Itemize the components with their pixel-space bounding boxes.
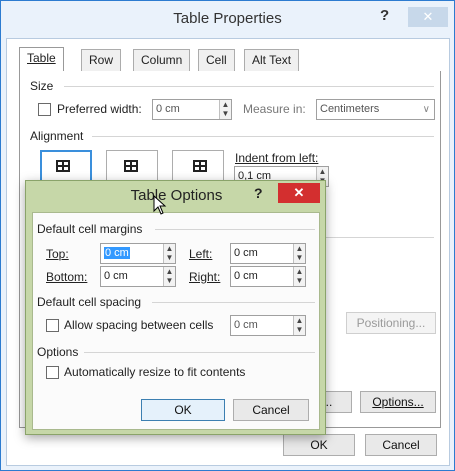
allow-spacing-checkbox[interactable]: [46, 319, 59, 332]
select-value: Centimeters: [320, 103, 380, 115]
bottom-margin-field[interactable]: 0 cm ▲ ▼: [100, 266, 176, 287]
field-value: 0 cm: [156, 103, 180, 115]
left-label-text: Left:: [189, 247, 213, 261]
tab-label: Cell: [206, 53, 227, 67]
close-button[interactable]: ✕: [278, 183, 320, 203]
preferred-width-label: Preferred width:: [57, 102, 142, 116]
preferred-width-field[interactable]: 0 cm ▲ ▼: [152, 99, 232, 120]
margins-section-label: Default cell margins: [37, 222, 143, 236]
divider: [64, 86, 434, 87]
ok-button[interactable]: OK: [141, 399, 225, 421]
tab-label: Alt Text: [252, 53, 292, 67]
tab-label: Column: [141, 53, 183, 67]
spinner-icon[interactable]: ▲▼: [219, 100, 231, 119]
measure-in-select[interactable]: Centimeters ∨: [316, 99, 435, 120]
table-left-icon: [56, 160, 70, 172]
tab-table[interactable]: Table: [19, 47, 64, 72]
field-value: 0 cm: [234, 247, 258, 259]
spacing-section-label: Default cell spacing: [37, 295, 142, 309]
right-label: Right:: [189, 270, 220, 284]
spinner-icon[interactable]: ▲▼: [293, 316, 305, 335]
tab-row[interactable]: Row: [81, 49, 122, 72]
allow-spacing-label: Allow spacing between cells: [64, 318, 214, 332]
divider: [152, 302, 315, 303]
table-options-dialog: Table Options ? ✕ Default cell margins T…: [25, 180, 326, 435]
close-button[interactable]: ✕: [408, 7, 448, 27]
help-button[interactable]: ?: [254, 185, 263, 201]
tab-label: Table: [27, 51, 56, 65]
divider: [92, 136, 434, 137]
top-label-text: Top:: [46, 247, 69, 261]
autoresize-label: Automatically resize to fit contents: [64, 365, 246, 379]
field-value: 0 cm: [234, 270, 258, 282]
alignment-section-label: Alignment: [30, 129, 84, 143]
top-margin-field[interactable]: 0 cm ▲ ▼: [100, 243, 176, 264]
spinner-icon[interactable]: ▲▼: [163, 244, 175, 263]
divider: [326, 237, 434, 238]
dialog-body: Default cell margins Top: 0 cm ▲ ▼ Left: …: [32, 212, 320, 430]
field-value: 0 cm: [104, 247, 130, 259]
spinner-icon[interactable]: ▲▼: [293, 267, 305, 286]
mouse-cursor-icon: [153, 195, 167, 215]
tab-label: Row: [89, 53, 114, 67]
options-button[interactable]: Options...: [360, 391, 436, 413]
help-button[interactable]: ?: [380, 7, 389, 24]
measure-in-label: Measure in:: [243, 102, 306, 116]
positioning-button[interactable]: Positioning...: [346, 312, 436, 334]
spinner-icon[interactable]: ▲▼: [163, 267, 175, 286]
table-right-icon: [193, 160, 207, 172]
indent-label-text: Indent from left:: [235, 151, 319, 165]
tab-column[interactable]: Column: [133, 49, 191, 72]
divider: [155, 229, 315, 230]
options-button-label: Options...: [372, 395, 424, 409]
field-value: 0 cm: [104, 270, 128, 282]
cancel-button[interactable]: Cancel: [365, 434, 437, 456]
spinner-icon[interactable]: ▲▼: [293, 244, 305, 263]
chevron-down-icon: ∨: [422, 104, 430, 115]
divider: [84, 352, 315, 353]
left-margin-field[interactable]: 0 cm ▲ ▼: [230, 243, 306, 264]
left-label: Left:: [189, 247, 212, 261]
bottom-label: Bottom:: [46, 270, 87, 284]
spacing-field[interactable]: 0 cm ▲ ▼: [230, 315, 306, 336]
size-section-label: Size: [30, 79, 54, 93]
tab-cell[interactable]: Cell: [198, 49, 235, 72]
top-label: Top:: [46, 247, 69, 261]
ok-button[interactable]: OK: [283, 434, 355, 456]
preferred-width-checkbox[interactable]: [38, 103, 51, 116]
tab-alt-text[interactable]: Alt Text: [244, 49, 300, 72]
bottom-label-text: Bottom:: [46, 270, 88, 284]
indent-label: Indent from left:: [235, 151, 318, 165]
field-value: 0 cm: [234, 319, 258, 331]
cancel-button[interactable]: Cancel: [233, 399, 309, 421]
right-margin-field[interactable]: 0 cm ▲ ▼: [230, 266, 306, 287]
options-section-label: Options: [37, 345, 79, 359]
autoresize-checkbox[interactable]: [46, 366, 59, 379]
table-center-icon: [124, 160, 138, 172]
right-label-text: Right:: [189, 270, 221, 284]
